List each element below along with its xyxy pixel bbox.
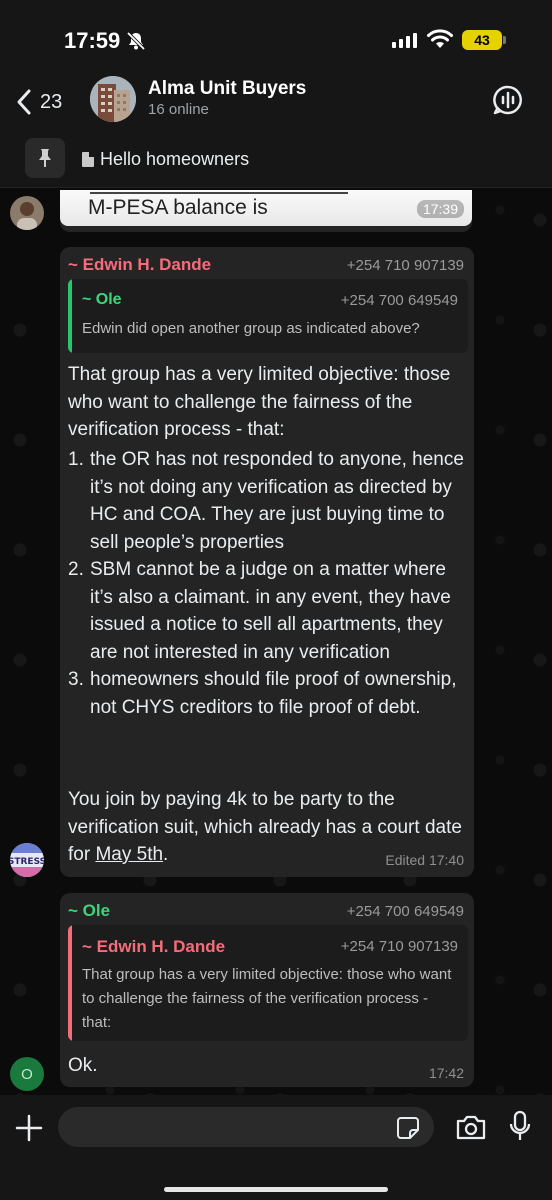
- quoted-phone: +254 710 907139: [340, 938, 458, 955]
- bell-off-icon: [126, 31, 146, 51]
- quoted-sender: ~ Edwin H. Dande: [82, 937, 226, 956]
- battery-indicator: 43: [462, 30, 502, 50]
- pinned-message-bar[interactable]: Hello homeowners: [0, 134, 552, 188]
- list-item: 3. homeowners should file proof of owners…: [68, 669, 457, 718]
- status-bar: 17:59 43: [0, 0, 552, 80]
- unread-count: 23: [40, 90, 63, 113]
- sender-name[interactable]: ~ Ole: [68, 901, 110, 921]
- image-text: M-PESA balance is: [88, 196, 268, 219]
- message-time: 17:42: [428, 1065, 464, 1081]
- document-icon: [82, 152, 94, 167]
- back-button[interactable]: 23: [14, 84, 62, 120]
- message-bubble[interactable]: ~ Edwin H. Dande +254 710 907139 ~ Ole +…: [60, 247, 474, 877]
- pin-icon: [25, 138, 65, 178]
- sender-name[interactable]: ~ Edwin H. Dande: [68, 255, 211, 275]
- status-time: 17:59: [64, 28, 121, 53]
- quoted-message[interactable]: ~ Ole +254 700 649549 Edwin did open ano…: [68, 279, 468, 353]
- avatar[interactable]: O: [10, 1057, 44, 1091]
- group-title[interactable]: Alma Unit Buyers: [148, 78, 306, 100]
- quoted-phone: +254 700 649549: [340, 292, 458, 309]
- pinned-message: Hello homeowners: [82, 149, 249, 170]
- wifi-icon: [427, 29, 453, 48]
- voice-chat-icon[interactable]: [492, 84, 524, 116]
- quote-bar: [68, 279, 72, 353]
- group-avatar[interactable]: [90, 76, 136, 122]
- quoted-text: That group has a very limited objective:…: [82, 966, 452, 1031]
- list-item: 1. the OR has not responded to anyone, he…: [68, 449, 464, 553]
- quote-bar: [68, 925, 72, 1041]
- message-text: That group has a very limited objective:…: [68, 364, 451, 440]
- quoted-text: Edwin did open another group as indicate…: [82, 320, 420, 337]
- avatar-label: STRESS: [10, 857, 44, 867]
- sticker-icon[interactable]: [396, 1116, 420, 1140]
- avatar[interactable]: [10, 196, 44, 230]
- message-list: 1. the OR has not responded to anyone, he…: [68, 446, 464, 721]
- avatar-letter: O: [21, 1065, 33, 1083]
- message-time: 17:39: [416, 200, 464, 218]
- list-item: 2. SBM cannot be a judge on a matter wher…: [68, 559, 451, 663]
- quoted-sender: ~ Ole: [82, 291, 122, 308]
- input-bar: [0, 1095, 552, 1200]
- message-bubble[interactable]: ~ Ole +254 700 649549 ~ Edwin H. Dande +…: [60, 893, 474, 1087]
- chevron-left-icon: [17, 89, 31, 115]
- chat-header: 23 Alma Unit Buyers 16 online: [0, 70, 552, 134]
- message-text: Ok.: [68, 1055, 98, 1076]
- home-indicator: [164, 1187, 388, 1192]
- image-message[interactable]: M-PESA balance is 17:39: [60, 190, 472, 232]
- plus-icon[interactable]: [14, 1113, 44, 1143]
- quoted-message[interactable]: ~ Edwin H. Dande +254 710 907139 That gr…: [68, 925, 468, 1041]
- image-divider: [90, 192, 348, 194]
- online-count: 16 online: [148, 101, 209, 118]
- date-link[interactable]: May 5th: [95, 844, 163, 865]
- microphone-icon[interactable]: [509, 1110, 531, 1142]
- pinned-message-text: Hello homeowners: [100, 149, 250, 169]
- battery-tip: [503, 36, 506, 44]
- sender-phone: +254 710 907139: [346, 257, 464, 274]
- avatar[interactable]: STRESS: [10, 843, 44, 877]
- sender-phone: +254 700 649549: [346, 903, 464, 920]
- camera-icon[interactable]: [455, 1113, 487, 1141]
- signal-icon: [392, 32, 417, 48]
- message-meta: Edited 17:40: [385, 852, 464, 868]
- message-input[interactable]: [58, 1107, 434, 1147]
